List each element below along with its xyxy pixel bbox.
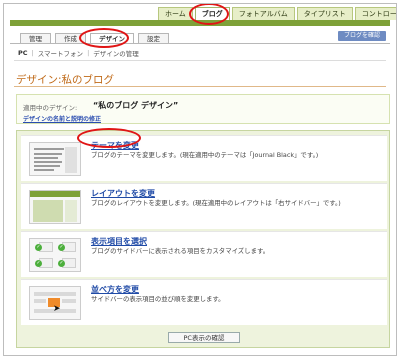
check-icon: ✓ — [58, 260, 65, 267]
breadcrumb-smartphone[interactable]: スマートフォン — [38, 48, 83, 58]
current-design-name: “私のブログ デザイン” — [93, 101, 179, 110]
tab-control-panel[interactable]: コントロールパネル — [354, 7, 396, 20]
current-design-box: 適用中のデザイン: “私のブログ デザイン” デザインの名前と説明の修正 — [16, 94, 390, 124]
option-change-theme: テーマを変更 ブログのテーマを変更します。(現在適用中のテーマは「Journal… — [21, 135, 387, 181]
sub-nav: 管理 作成 デザイン 設定 ブログを確認 — [10, 26, 390, 44]
change-layout-desc: ブログのレイアウトを変更します。(現在適用中のレイアウトは「右サイドバー」です。… — [91, 199, 341, 207]
breadcrumb-pc: PC — [18, 49, 28, 57]
option-change-order: ➤ 並べ方を変更 サイドバーの表示項目の並び順を変更します。 — [21, 279, 387, 325]
top-nav: ホーム ブログ フォトアルバム タイプリスト コントロールパネル — [158, 7, 396, 20]
check-icon: ✓ — [35, 260, 42, 267]
edit-design-name-link[interactable]: デザインの名前と説明の修正 — [23, 114, 101, 123]
option-select-items: ✓ ✓ ✓ ✓ 表示項目を選択 ブログのサイドバーに表示される項目をカスタマイズ… — [21, 231, 387, 277]
layout-thumbnail[interactable] — [29, 190, 81, 224]
breadcrumb-design-manage[interactable]: デザインの管理 — [93, 48, 139, 58]
breadcrumb-separator: | — [31, 49, 34, 57]
change-layout-link[interactable]: レイアウトを変更 — [91, 188, 155, 199]
option-change-layout: レイアウトを変更 ブログのレイアウトを変更します。(現在適用中のレイアウトは「右… — [21, 183, 387, 229]
check-icon: ✓ — [58, 244, 65, 251]
title-underline — [14, 86, 386, 87]
breadcrumb: PC | スマートフォン | デザインの管理 — [18, 48, 139, 58]
tab-blog[interactable]: ブログ — [194, 7, 230, 20]
page-title: デザイン:私のブログ — [16, 74, 115, 86]
select-items-link[interactable]: 表示項目を選択 — [91, 236, 147, 247]
cursor-arrow-icon: ➤ — [53, 304, 61, 314]
app-window: ホーム ブログ フォトアルバム タイプリスト コントロールパネル 管理 作成 デ… — [3, 3, 397, 356]
tab-photo-album[interactable]: フォトアルバム — [231, 7, 295, 20]
tab-typelist[interactable]: タイプリスト — [296, 7, 353, 20]
current-design-label: 適用中のデザイン: — [23, 104, 78, 112]
breadcrumb-separator: | — [87, 49, 90, 57]
theme-thumbnail[interactable] — [29, 142, 81, 176]
order-thumbnail[interactable]: ➤ — [29, 286, 81, 320]
check-icon: ✓ — [35, 244, 42, 251]
divider — [10, 43, 390, 44]
change-order-desc: サイドバーの表示項目の並び順を変更します。 — [91, 295, 225, 303]
view-blog-button[interactable]: ブログを確認 — [337, 31, 386, 41]
select-items-desc: ブログのサイドバーに表示される項目をカスタマイズします。 — [91, 247, 270, 255]
items-thumbnail[interactable]: ✓ ✓ ✓ ✓ — [29, 238, 81, 272]
change-order-link[interactable]: 並べ方を変更 — [91, 284, 139, 295]
change-theme-link[interactable]: テーマを変更 — [91, 140, 139, 151]
divider — [14, 60, 386, 61]
design-options-panel: テーマを変更 ブログのテーマを変更します。(現在適用中のテーマは「Journal… — [16, 130, 390, 348]
change-theme-desc: ブログのテーマを変更します。(現在適用中のテーマは「Journal Black」… — [91, 151, 319, 159]
tab-home[interactable]: ホーム — [158, 7, 193, 20]
pc-preview-button[interactable]: PC表示の確認 — [168, 332, 240, 343]
